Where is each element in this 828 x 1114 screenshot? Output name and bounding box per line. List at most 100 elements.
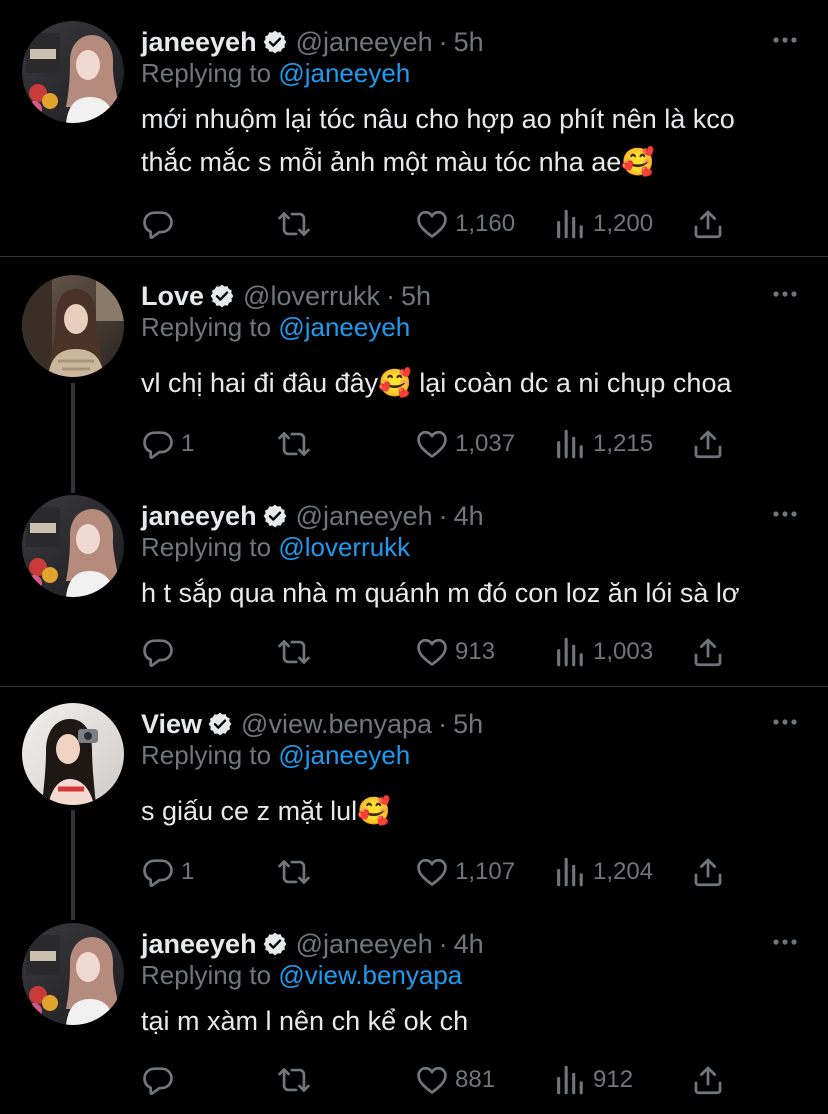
- verified-badge-icon: [207, 711, 233, 737]
- replying-to: Replying to @janeeyeh: [141, 312, 410, 343]
- replying-to-mention[interactable]: @janeeyeh: [278, 740, 410, 770]
- avatar-photo: [22, 275, 124, 377]
- reply-icon: [141, 207, 175, 241]
- share-button[interactable]: [691, 426, 725, 462]
- action-bar: 881 912: [141, 1062, 741, 1098]
- tweet-divider: [0, 686, 828, 687]
- timestamp[interactable]: 4h: [454, 501, 484, 532]
- replying-to-mention[interactable]: @view.benyapa: [278, 960, 462, 990]
- like-button[interactable]: 881: [415, 1062, 495, 1098]
- reply-button[interactable]: [141, 634, 181, 670]
- retweet-button[interactable]: [277, 634, 317, 670]
- replying-to-label: Replying to: [141, 960, 279, 990]
- retweet-icon: [277, 1063, 311, 1097]
- like-count: 1,107: [455, 858, 516, 885]
- action-bar: 913 1,003: [141, 634, 741, 670]
- avatar-photo: [22, 21, 124, 123]
- more-icon[interactable]: [772, 36, 798, 44]
- share-icon: [691, 1063, 725, 1097]
- like-count: 1,160: [455, 210, 516, 237]
- views-button[interactable]: 1,200: [553, 206, 653, 242]
- avatar-photo: [22, 495, 124, 597]
- share-button[interactable]: [691, 206, 725, 242]
- display-name[interactable]: janeeyeh: [141, 27, 257, 58]
- views-button[interactable]: 1,215: [553, 426, 653, 462]
- replying-to-label: Replying to: [141, 740, 279, 770]
- verified-badge-icon: [262, 29, 288, 55]
- action-bar: 1 1,037 1,215: [141, 426, 741, 462]
- username[interactable]: @loverrukk: [243, 281, 380, 312]
- views-button[interactable]: 912: [553, 1062, 633, 1098]
- more-icon[interactable]: [772, 718, 798, 726]
- views-button[interactable]: 1,204: [553, 854, 653, 890]
- share-icon: [691, 427, 725, 461]
- like-button[interactable]: 1,037: [415, 426, 515, 462]
- replying-to-label: Replying to: [141, 532, 279, 562]
- like-button[interactable]: 1,107: [415, 854, 515, 890]
- display-name[interactable]: janeeyeh: [141, 929, 257, 960]
- username[interactable]: @janeeyeh: [296, 27, 433, 58]
- like-count: 881: [455, 1066, 496, 1093]
- timestamp[interactable]: 5h: [454, 27, 484, 58]
- replying-to: Replying to @loverrukk: [141, 532, 410, 563]
- share-icon: [691, 635, 725, 669]
- retweet-button[interactable]: [277, 854, 317, 890]
- tweet-header: janeeyeh @janeeyeh · 5h: [141, 24, 484, 60]
- avatar[interactable]: [22, 703, 124, 805]
- retweet-button[interactable]: [277, 426, 317, 462]
- like-count: 1,037: [455, 430, 516, 457]
- timestamp[interactable]: 4h: [454, 929, 484, 960]
- username[interactable]: @janeeyeh: [296, 501, 433, 532]
- reply-button[interactable]: 1: [141, 426, 194, 462]
- tweet-text: tại m xàm l nên ch kể ok ch: [141, 1006, 469, 1036]
- views-icon: [553, 635, 587, 669]
- avatar[interactable]: [22, 21, 124, 123]
- tweet-text: mới nhuộm lại tóc nâu cho hợp ao phít nê…: [141, 104, 735, 177]
- reply-button[interactable]: 1: [141, 854, 194, 890]
- more-icon[interactable]: [772, 290, 798, 298]
- views-count: 1,215: [593, 430, 654, 457]
- username[interactable]: @janeeyeh: [296, 929, 433, 960]
- avatar[interactable]: [22, 275, 124, 377]
- verified-badge-icon: [262, 931, 288, 957]
- display-name[interactable]: janeeyeh: [141, 501, 257, 532]
- more-icon[interactable]: [772, 938, 798, 946]
- views-icon: [553, 427, 587, 461]
- replying-to-mention[interactable]: @loverrukk: [278, 532, 410, 562]
- timestamp[interactable]: 5h: [401, 281, 431, 312]
- action-bar: 1 1,107 1,204: [141, 854, 741, 890]
- avatar-photo: [22, 923, 124, 1025]
- reply-button[interactable]: [141, 206, 181, 242]
- timestamp[interactable]: 5h: [453, 709, 483, 740]
- username[interactable]: @view.benyapa: [241, 709, 432, 740]
- tweet-divider: [0, 256, 828, 257]
- like-button[interactable]: 1,160: [415, 206, 515, 242]
- views-button[interactable]: 1,003: [553, 634, 653, 670]
- display-name[interactable]: Love: [141, 281, 204, 312]
- reply-button[interactable]: [141, 1062, 181, 1098]
- avatar[interactable]: [22, 923, 124, 1025]
- reply-icon: [141, 635, 175, 669]
- share-button[interactable]: [691, 854, 725, 890]
- action-bar: 1,160 1,200: [141, 206, 741, 242]
- retweet-button[interactable]: [277, 1062, 317, 1098]
- reply-icon: [141, 427, 175, 461]
- replying-to-mention[interactable]: @janeeyeh: [278, 312, 410, 342]
- share-button[interactable]: [691, 634, 725, 670]
- replying-to-label: Replying to: [141, 312, 279, 342]
- display-name[interactable]: View: [141, 709, 202, 740]
- like-button[interactable]: 913: [415, 634, 495, 670]
- like-icon: [415, 427, 449, 461]
- tweet-header: Love @loverrukk · 5h: [141, 278, 431, 314]
- share-icon: [691, 207, 725, 241]
- replying-to: Replying to @janeeyeh: [141, 58, 410, 89]
- retweet-button[interactable]: [277, 206, 317, 242]
- tweet-header: View @view.benyapa · 5h: [141, 706, 483, 742]
- replying-to-mention[interactable]: @janeeyeh: [278, 58, 410, 88]
- reply-count: 1: [181, 430, 195, 457]
- avatar[interactable]: [22, 495, 124, 597]
- verified-badge-icon: [209, 283, 235, 309]
- share-button[interactable]: [691, 1062, 725, 1098]
- reply-count: 1: [181, 858, 195, 885]
- more-icon[interactable]: [772, 510, 798, 518]
